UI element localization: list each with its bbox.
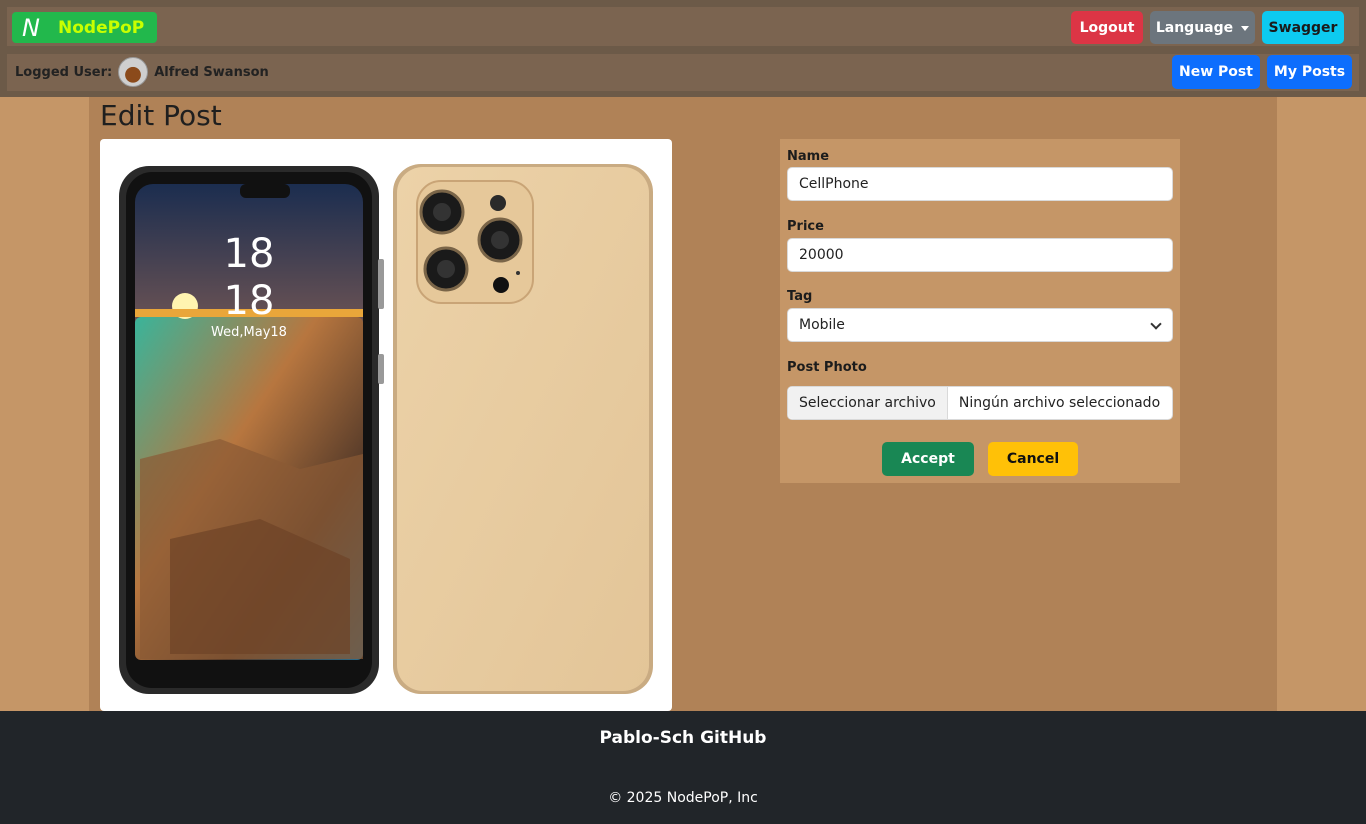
price-input[interactable]: 20000 — [787, 238, 1173, 272]
phone-product-image: 18 18 Wed,May18 — [119, 164, 653, 694]
post-photo: 18 18 Wed,May18 — [100, 139, 672, 711]
github-link[interactable]: Pablo-Sch GitHub — [0, 728, 1366, 748]
name-input[interactable]: CellPhone — [787, 167, 1173, 201]
language-dropdown-button[interactable]: Language — [1150, 11, 1255, 44]
name-label: Name — [787, 149, 830, 164]
page-title: Edit Post — [100, 99, 222, 132]
post-photo-file-input[interactable]: Seleccionar archivo Ningún archivo selec… — [787, 386, 1173, 420]
file-status-text: Ningún archivo seleccionado — [958, 395, 1161, 411]
lockscreen-date: Wed,May18 — [211, 325, 287, 340]
new-post-button[interactable]: New Post — [1172, 55, 1260, 89]
edit-post-form: Name CellPhone Price 20000 Tag Mobile Po… — [780, 139, 1180, 483]
logout-button[interactable]: Logout — [1071, 11, 1143, 44]
tag-label: Tag — [787, 289, 813, 304]
lockscreen-hour: 18 — [224, 231, 275, 277]
lockscreen-minute: 18 — [224, 278, 275, 324]
language-label: Language — [1155, 19, 1234, 36]
tag-selected-value: Mobile — [799, 317, 845, 333]
chevron-down-icon — [1150, 318, 1162, 330]
cancel-button[interactable]: Cancel — [988, 442, 1078, 476]
logged-user-info: Logged User: Alfred Swanson — [15, 56, 269, 88]
price-label: Price — [787, 219, 824, 234]
choose-file-button[interactable]: Seleccionar archivo — [788, 387, 948, 419]
user-name: Alfred Swanson — [154, 64, 269, 80]
brand-logo-link[interactable]: N NodePoP — [12, 12, 157, 43]
brand-name: NodePoP — [58, 17, 145, 38]
copyright-text: © 2025 NodePoP, Inc — [608, 790, 758, 806]
caret-down-icon — [1241, 26, 1250, 31]
logged-user-label: Logged User: — [15, 64, 113, 80]
tag-select[interactable]: Mobile — [787, 308, 1173, 342]
avatar — [118, 57, 149, 87]
footer: Pablo-Sch GitHub © 2025 NodePoP, Inc — [0, 711, 1366, 824]
my-posts-button[interactable]: My Posts — [1267, 55, 1352, 89]
swagger-button[interactable]: Swagger — [1262, 11, 1344, 44]
post-photo-label: Post Photo — [787, 360, 867, 375]
accept-button[interactable]: Accept — [882, 442, 974, 476]
brand-logo-icon: N — [22, 13, 40, 42]
